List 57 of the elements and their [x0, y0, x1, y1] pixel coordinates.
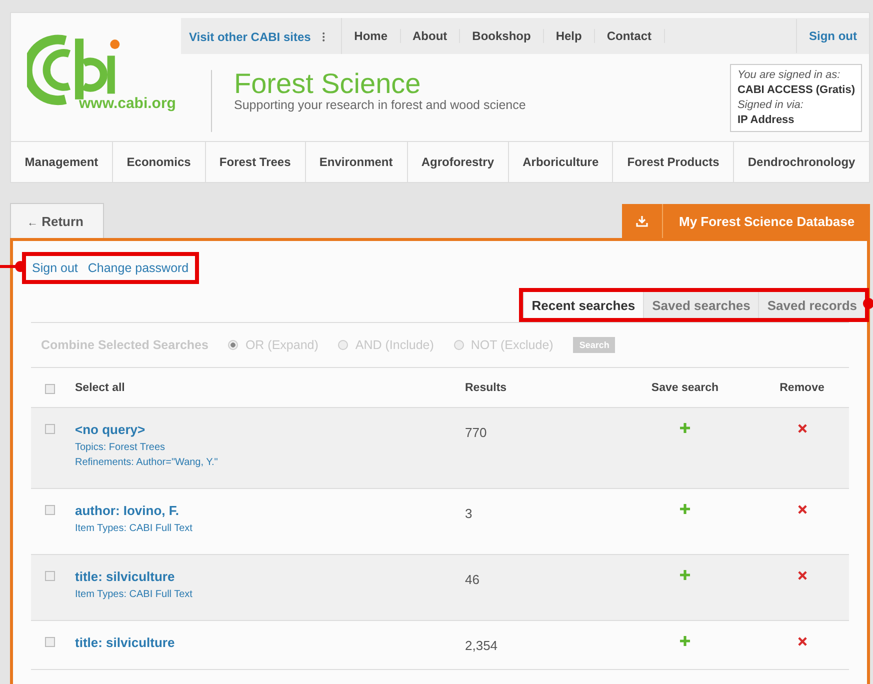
plus-icon[interactable] [680, 423, 690, 433]
checkbox[interactable] [45, 637, 55, 647]
category-tab[interactable]: Arboriculture [508, 142, 614, 182]
checkbox[interactable] [45, 571, 55, 581]
user-name: CABI ACCESS (Gratis) [737, 83, 855, 98]
site-title: Forest Science [234, 70, 422, 98]
search-tab[interactable]: Saved records [758, 292, 865, 318]
nav-link[interactable]: About [400, 29, 460, 43]
account-link[interactable]: Sign out [32, 261, 78, 275]
close-icon[interactable] [798, 571, 806, 580]
nav-link[interactable]: Help [544, 29, 595, 43]
column-header: Results [465, 382, 507, 394]
return-tab[interactable]: ← Return [10, 203, 104, 238]
checkbox[interactable] [45, 505, 55, 515]
logo-url: www.cabi.org [79, 95, 177, 112]
query-detail: Item Types: CABI Full Text [75, 588, 192, 602]
signed-in-via-label: Signed in via: [737, 98, 804, 113]
checkbox[interactable] [45, 424, 55, 434]
result-count: 2,354 [465, 638, 498, 653]
nav-link[interactable]: Home [342, 29, 400, 43]
category-tab[interactable]: Agroforestry [408, 142, 509, 182]
result-count: 46 [465, 572, 480, 587]
query-link[interactable]: title: silviculture [75, 635, 175, 650]
category-tab[interactable]: Environment [306, 142, 408, 182]
result-count: 3 [465, 506, 472, 521]
column-header: Remove [780, 382, 824, 394]
nav-link[interactable]: Contact [594, 29, 665, 43]
plus-icon[interactable] [680, 504, 690, 514]
column-header[interactable]: Select all [75, 382, 125, 394]
nav-link[interactable]: Bookshop [460, 29, 544, 43]
query-link[interactable]: author: Iovino, F. [75, 503, 192, 518]
close-icon[interactable] [798, 505, 806, 514]
result-count: 770 [465, 425, 487, 440]
sign-in-method: IP Address [737, 113, 796, 128]
category-tab[interactable]: Forest Products [613, 142, 734, 182]
close-icon[interactable] [798, 637, 806, 646]
account-link[interactable]: Change password [88, 261, 189, 275]
query-detail: Item Types: CABI Full Text [75, 522, 192, 536]
query-link[interactable]: title: silviculture [75, 569, 192, 584]
site-subtitle: Supporting your research in forest and wood science [234, 98, 526, 112]
checkbox[interactable] [45, 384, 55, 394]
download-icon [636, 215, 648, 227]
query-detail: Topics: Forest Trees [75, 441, 166, 455]
sites-menu[interactable]: Visit other CABI sites ⁝ [181, 18, 342, 54]
category-tab[interactable]: Forest Trees [206, 142, 306, 182]
category-tab[interactable]: Dendrochronology [734, 142, 870, 182]
category-tab[interactable]: Economics [112, 142, 206, 182]
category-tab[interactable]: Management [11, 142, 113, 182]
query-detail: Refinements: Author="Wang, Y." [75, 456, 218, 470]
sign-out-link[interactable]: Sign out [796, 19, 869, 53]
close-icon[interactable] [798, 424, 806, 433]
search-tab[interactable]: Saved searches [643, 292, 758, 318]
column-header: Save search [651, 382, 719, 394]
signed-in-label: You are signed in as: [737, 68, 842, 83]
plus-icon[interactable] [680, 636, 690, 646]
query-link[interactable]: <no query> [75, 422, 218, 437]
plus-icon[interactable] [680, 570, 690, 580]
